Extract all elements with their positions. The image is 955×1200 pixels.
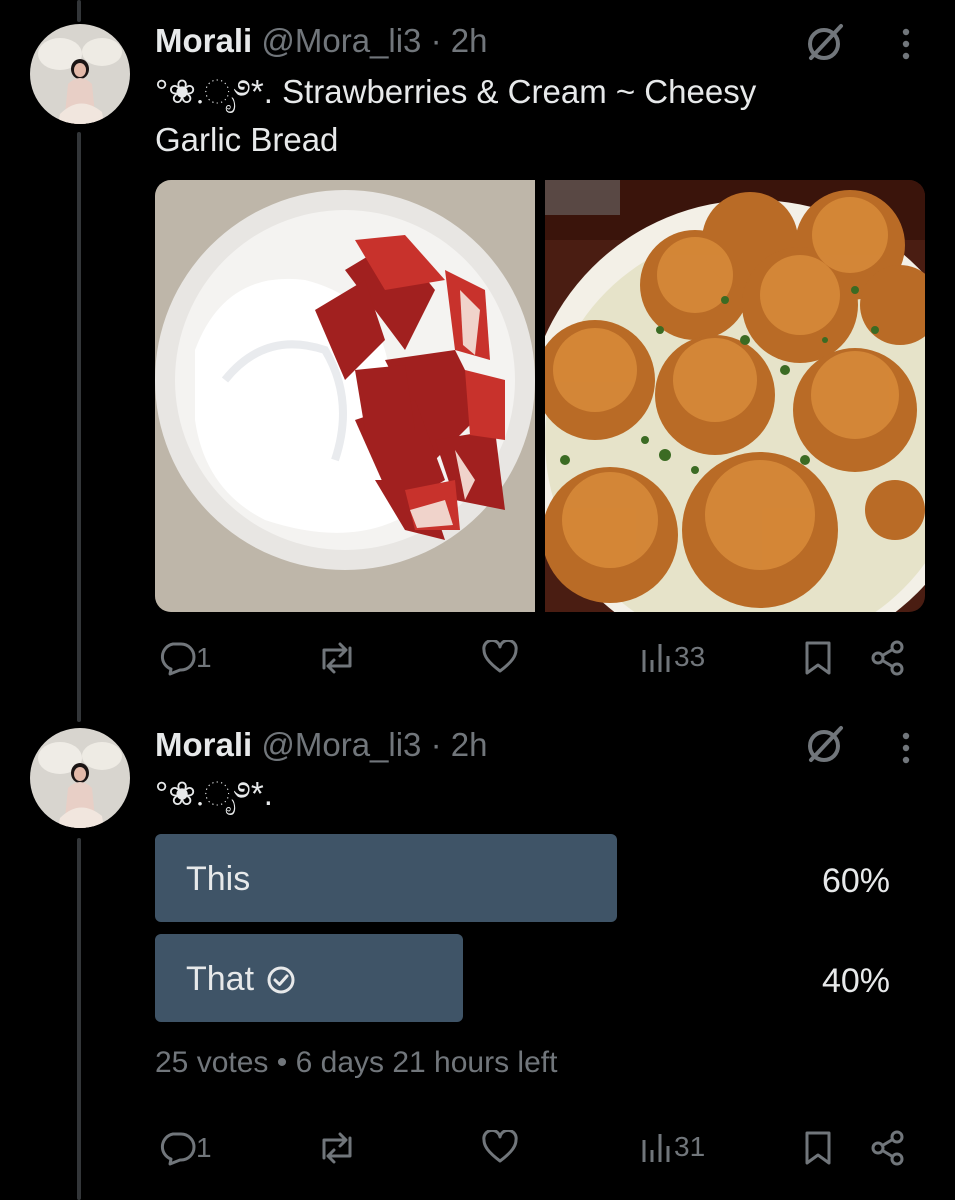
repost-icon — [322, 1132, 352, 1164]
share-icon — [871, 640, 904, 676]
views-count: 33 — [674, 641, 706, 672]
thread-line-post-2 — [77, 838, 81, 1200]
poll-option-that[interactable]: That — [186, 960, 296, 999]
reply-icon — [160, 642, 196, 676]
grok-icon[interactable] — [803, 722, 849, 768]
reply-button[interactable]: 1 — [158, 1130, 212, 1166]
more-icon[interactable] — [896, 730, 916, 766]
grok-icon[interactable] — [803, 20, 849, 66]
post-header: Morali @Mora_li3 · 2h — [155, 22, 487, 60]
post-time[interactable]: 2h — [451, 22, 488, 59]
share-button[interactable] — [870, 640, 906, 676]
bookmark-button[interactable] — [804, 640, 832, 676]
reply-icon — [160, 1132, 196, 1166]
poll-option-label: That — [186, 960, 255, 998]
poll-option-this[interactable]: This — [186, 860, 250, 899]
post-header: Morali @Mora_li3 · 2h — [155, 726, 487, 764]
bookmark-icon — [805, 1131, 831, 1165]
avatar[interactable] — [30, 728, 130, 828]
poll-time-left: 6 days 21 hours left — [295, 1046, 558, 1079]
author-name[interactable]: Morali — [155, 22, 252, 59]
author-handle[interactable]: @Mora_li3 — [261, 726, 421, 763]
like-button[interactable] — [482, 640, 518, 674]
post-time[interactable]: 2h — [451, 726, 488, 763]
like-button[interactable] — [482, 1130, 518, 1164]
views-button[interactable]: 31 — [640, 1130, 705, 1164]
share-button[interactable] — [870, 1130, 906, 1166]
bookmark-icon — [805, 641, 831, 675]
separator-bullet: • — [276, 1046, 288, 1079]
poll-percent-this: 60% — [821, 862, 890, 900]
author-handle[interactable]: @Mora_li3 — [261, 22, 421, 59]
reply-button[interactable]: 1 — [158, 640, 212, 676]
garlic-bread-photo[interactable] — [545, 180, 925, 612]
views-icon — [642, 644, 670, 672]
reply-count: 1 — [196, 1132, 212, 1163]
views-button[interactable]: 33 — [640, 640, 705, 674]
repost-icon — [322, 642, 352, 674]
post-text: °❀.ೃ࿔*. — [155, 775, 273, 812]
views-icon — [642, 1134, 670, 1162]
separator-dot: · — [430, 726, 442, 763]
thread-line-top — [77, 0, 81, 22]
like-icon — [482, 640, 518, 673]
author-name[interactable]: Morali — [155, 726, 252, 763]
repost-button[interactable] — [316, 1130, 358, 1166]
share-icon — [871, 1130, 904, 1166]
poll-option-label: This — [186, 860, 251, 898]
vote-check-icon — [267, 966, 295, 993]
like-icon — [482, 1130, 518, 1163]
poll-meta: 25 votes • 6 days 21 hours left — [155, 1046, 557, 1080]
thread-line-post-1 — [77, 132, 81, 722]
repost-button[interactable] — [316, 640, 358, 676]
strawberries-cream-photo[interactable] — [155, 180, 535, 612]
poll-votes: 25 votes — [155, 1046, 269, 1079]
separator-dot: · — [430, 22, 442, 59]
post-text: °❀.ೃ࿔*. Strawberries & Cream ~ Cheesy Ga… — [155, 73, 757, 158]
more-icon[interactable] — [896, 26, 916, 62]
reply-count: 1 — [196, 642, 212, 673]
avatar[interactable] — [30, 24, 130, 124]
poll-percent-that: 40% — [821, 962, 890, 1000]
views-count: 31 — [674, 1131, 706, 1162]
bookmark-button[interactable] — [804, 1130, 832, 1166]
